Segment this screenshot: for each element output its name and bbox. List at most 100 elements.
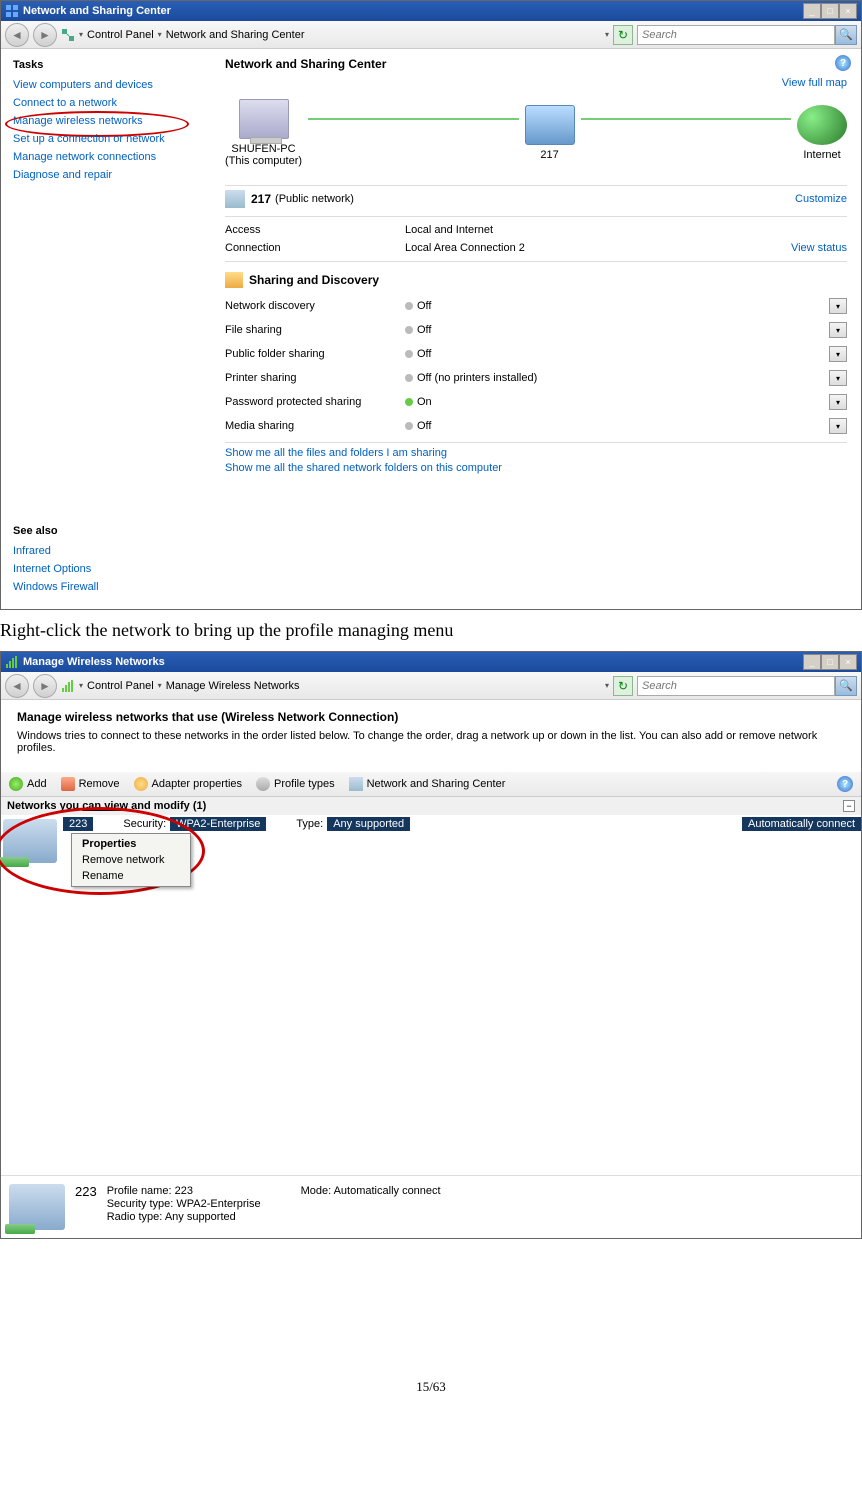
expand-button[interactable]: ▾ [829, 394, 847, 410]
menu-rename[interactable]: Rename [74, 868, 188, 884]
network-icon [225, 190, 245, 208]
mode-value: Automatically connect [334, 1185, 441, 1197]
connection-line-icon [308, 118, 518, 120]
chevron-icon: ▾ [158, 681, 162, 690]
breadcrumb[interactable]: ▾ Control Panel ▾ Manage Wireless Networ… [61, 679, 609, 693]
main-content: Manage wireless networks that use (Wirel… [1, 700, 861, 772]
menu-remove-network[interactable]: Remove network [74, 852, 188, 868]
network-list-item[interactable]: 223 Security: WPA2-Enterprise Type: Any … [1, 815, 861, 895]
task-connect-network[interactable]: Connect to a network [13, 97, 199, 109]
breadcrumb-root[interactable]: Control Panel [87, 680, 154, 692]
page-heading: Manage wireless networks that use (Wirel… [17, 710, 845, 724]
breadcrumb-leaf[interactable]: Manage Wireless Networks [166, 680, 300, 692]
show-files-link[interactable]: Show me all the files and folders I am s… [225, 447, 847, 459]
task-view-computers[interactable]: View computers and devices [13, 79, 199, 91]
sharing-value: Off (no printers installed) [405, 372, 537, 384]
security-value: WPA2-Enterprise [170, 817, 266, 831]
see-also-heading: See also [13, 525, 99, 537]
breadcrumb-leaf[interactable]: Network and Sharing Center [166, 29, 305, 41]
task-diagnose-repair[interactable]: Diagnose and repair [13, 169, 199, 181]
task-manage-wireless[interactable]: Manage wireless networks [13, 115, 199, 127]
profile-name-value: 223 [175, 1185, 193, 1197]
map-node-internet[interactable]: Internet [797, 105, 847, 161]
tasks-heading: Tasks [13, 59, 199, 71]
details-name: 223 [75, 1184, 97, 1199]
screenshot-network-sharing-center: Network and Sharing Center _ □ × ◄ ► ▾ C… [0, 0, 862, 610]
close-button[interactable]: × [839, 3, 857, 19]
expand-button[interactable]: ▾ [829, 298, 847, 314]
close-button[interactable]: × [839, 654, 857, 670]
window-title: Manage Wireless Networks [23, 656, 803, 668]
access-value: Local and Internet [405, 224, 847, 236]
auto-connect-value: Automatically connect [742, 817, 861, 831]
remove-button[interactable]: Remove [61, 777, 120, 791]
collapse-button[interactable]: − [843, 800, 855, 812]
expand-button[interactable]: ▾ [829, 418, 847, 434]
refresh-button[interactable]: ↻ [613, 25, 633, 45]
forward-button[interactable]: ► [33, 674, 57, 698]
app-icon [5, 4, 19, 18]
map-node-this-pc[interactable]: SHUFEN-PC (This computer) [225, 99, 302, 167]
expand-button[interactable]: ▾ [829, 346, 847, 362]
refresh-button[interactable]: ↻ [613, 676, 633, 696]
search-input[interactable] [637, 676, 835, 696]
back-button[interactable]: ◄ [5, 23, 29, 47]
chevron-icon: ▾ [79, 681, 83, 690]
forward-button[interactable]: ► [33, 23, 57, 47]
show-folders-link[interactable]: Show me all the shared network folders o… [225, 462, 847, 474]
expand-button[interactable]: ▾ [829, 370, 847, 386]
maximize-button[interactable]: □ [821, 654, 839, 670]
help-icon[interactable]: ? [837, 776, 853, 792]
network-name: 217 [251, 192, 271, 206]
task-setup-connection[interactable]: Set up a connection or network [13, 133, 199, 145]
wireless-network-icon [9, 1184, 65, 1230]
breadcrumb[interactable]: ▾ Control Panel ▾ Network and Sharing Ce… [61, 28, 609, 42]
main-content: ? Network and Sharing Center View full m… [211, 49, 861, 609]
expand-button[interactable]: ▾ [829, 322, 847, 338]
sharing-value: On [405, 396, 432, 408]
radio-type-label: Radio type: [107, 1211, 163, 1223]
nav-toolbar: ◄ ► ▾ Control Panel ▾ Network and Sharin… [1, 21, 861, 49]
see-also-infrared[interactable]: Infrared [13, 545, 99, 557]
security-label: Security: [123, 818, 166, 830]
main-heading: Network and Sharing Center [225, 57, 847, 71]
see-also-internet-options[interactable]: Internet Options [13, 563, 99, 575]
maximize-button[interactable]: □ [821, 3, 839, 19]
adapter-properties-button[interactable]: Adapter properties [134, 777, 243, 791]
type-value: Any supported [327, 817, 410, 831]
network-sharing-center-button[interactable]: Network and Sharing Center [349, 777, 506, 791]
connection-value: Local Area Connection 2 [405, 242, 791, 254]
sharing-row: Media sharingOff▾ [225, 414, 847, 438]
titlebar: Manage Wireless Networks _ □ × [1, 652, 861, 672]
map-node-router[interactable]: 217 [525, 105, 575, 161]
sharing-row: Network discoveryOff▾ [225, 294, 847, 318]
radio-type-value: Any supported [165, 1211, 236, 1223]
wireless-network-icon [3, 819, 57, 863]
profile-types-button[interactable]: Profile types [256, 777, 335, 791]
view-status-link[interactable]: View status [791, 242, 847, 254]
chevron-icon: ▾ [605, 681, 609, 690]
search-input[interactable] [637, 25, 835, 45]
profile-name-label: Profile name: [107, 1185, 172, 1197]
screenshot-manage-wireless: Manage Wireless Networks _ □ × ◄ ► ▾ Con… [0, 651, 862, 1239]
sharing-row: File sharingOff▾ [225, 318, 847, 342]
minimize-button[interactable]: _ [803, 3, 821, 19]
sharing-label: Media sharing [225, 420, 405, 432]
menu-properties[interactable]: Properties [74, 836, 188, 852]
minimize-button[interactable]: _ [803, 654, 821, 670]
breadcrumb-root[interactable]: Control Panel [87, 29, 154, 41]
search-button[interactable]: 🔍 [835, 676, 857, 696]
sharing-label: Password protected sharing [225, 396, 405, 408]
access-label: Access [225, 224, 405, 236]
see-also-windows-firewall[interactable]: Windows Firewall [13, 581, 99, 593]
page-description: Windows tries to connect to these networ… [17, 730, 845, 754]
customize-link[interactable]: Customize [795, 193, 847, 205]
view-full-map-link[interactable]: View full map [782, 77, 847, 89]
search-box: 🔍 [637, 676, 857, 696]
back-button[interactable]: ◄ [5, 674, 29, 698]
task-manage-connections[interactable]: Manage network connections [13, 151, 199, 163]
computer-icon [239, 99, 289, 139]
search-button[interactable]: 🔍 [835, 25, 857, 45]
add-button[interactable]: Add [9, 777, 47, 791]
help-icon[interactable]: ? [835, 55, 851, 71]
